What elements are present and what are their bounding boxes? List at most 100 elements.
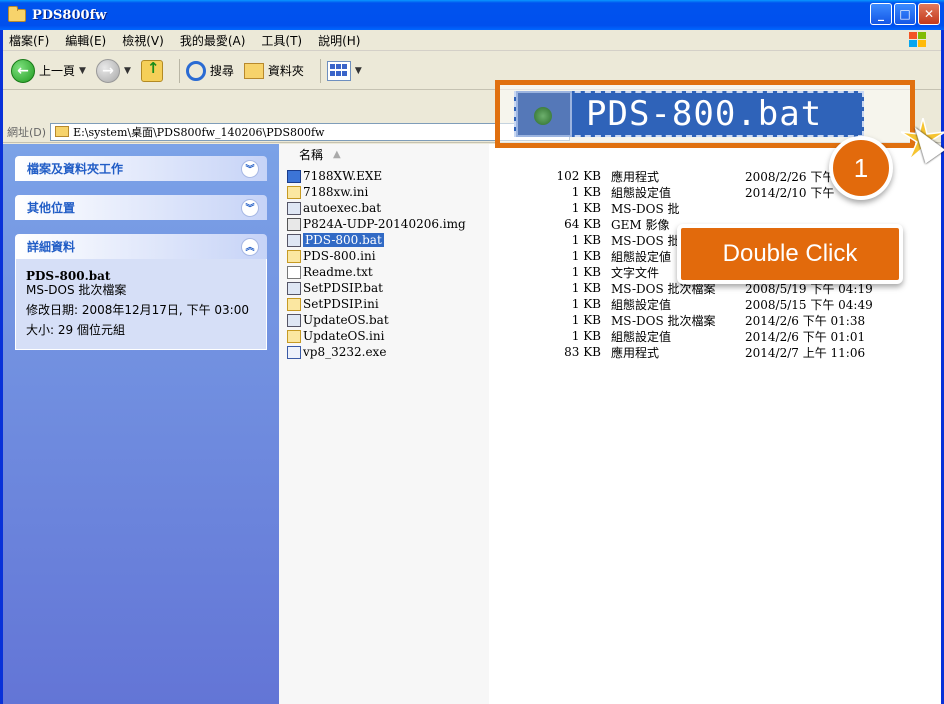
file-name: 7188xw.ini — [303, 185, 369, 199]
file-ini-icon — [287, 297, 301, 311]
file-row[interactable]: UpdateOS.ini 1 KB 組態設定值 2014/2/6 下午 01:01 — [287, 328, 937, 344]
file-date: 2008/5/15 下午 04:49 — [745, 297, 873, 312]
chevron-down-icon[interactable]: ▼ — [79, 66, 86, 76]
folder-icon — [8, 5, 26, 22]
file-folder-tasks-panel: 檔案及資料夾工作 ︾ — [15, 156, 267, 181]
menu-view[interactable]: 檢視(V) — [122, 32, 164, 49]
maximize-button[interactable]: □ — [894, 3, 916, 25]
file-size: 1 KB — [571, 233, 601, 247]
file-row[interactable]: vp8_3232.exe 83 KB 應用程式 2014/2/7 上午 11:06 — [287, 344, 937, 360]
file-type: 組態設定值 — [611, 297, 672, 312]
panel-header[interactable]: 檔案及資料夾工作 ︾ — [15, 156, 267, 181]
file-type: 組態設定値 — [611, 249, 672, 264]
file-exe2-icon — [287, 345, 301, 359]
file-txt-icon — [287, 265, 301, 279]
file-size: 1 KB — [571, 329, 601, 343]
sort-ascending-icon: ▲ — [333, 148, 341, 160]
file-exe-icon — [287, 169, 301, 183]
file-img-icon — [287, 217, 301, 231]
file-size: 1 KB — [571, 313, 601, 327]
panel-header[interactable]: 詳細資料 ︽ — [15, 234, 267, 259]
details-panel: 詳細資料 ︽ PDS-800.bat MS-DOS 批次檔案 修改日期: 200… — [15, 234, 267, 350]
file-bat-icon — [287, 313, 301, 327]
file-name-cell[interactable]: SetPDSIP.bat — [287, 281, 491, 295]
column-header-name[interactable]: 名稱 ▲ — [289, 144, 499, 164]
folders-button[interactable]: 資料夾 — [243, 62, 304, 79]
views-icon — [326, 60, 351, 81]
file-name-cell[interactable]: vp8_3232.exe — [287, 345, 491, 359]
file-name-cell[interactable]: PDS-800.bat — [287, 233, 491, 247]
task-pane: 檔案及資料夾工作 ︾ 其他位置 ︾ 詳細資料 ︽ PDS-800.bat MS-… — [3, 144, 279, 704]
double-click-label: Double Click — [677, 224, 903, 284]
panel-title: 詳細資料 — [27, 240, 76, 254]
file-type: 應用程式 — [611, 345, 660, 360]
file-size: 1 KB — [571, 201, 601, 215]
file-name: PDS-800.ini — [303, 249, 376, 263]
menu-tools[interactable]: 工具(T) — [261, 32, 302, 49]
file-name-cell[interactable]: Readme.txt — [287, 265, 491, 279]
file-type: MS-DOS 批次檔案 — [611, 313, 716, 328]
file-date: 2014/2/7 上午 11:06 — [745, 345, 866, 360]
file-type: 文字文件 — [611, 265, 660, 280]
menu-favorites[interactable]: 我的最愛(A) — [180, 32, 246, 49]
back-label: 上一頁 — [39, 64, 76, 78]
chevron-down-icon[interactable]: ▼ — [355, 66, 362, 76]
file-row[interactable]: UpdateOS.bat 1 KB MS-DOS 批次檔案 2014/2/6 下午 0… — [287, 312, 937, 328]
file-name-cell[interactable]: autoexec.bat — [287, 201, 491, 215]
file-size: 1 KB — [571, 281, 601, 295]
step-number-badge: 1 — [829, 136, 893, 200]
file-name-cell[interactable]: P824A-UDP-20140206.img — [287, 217, 491, 231]
file-name: Readme.txt — [303, 265, 373, 279]
file-bat-icon — [287, 281, 301, 295]
file-date: 2014/2/6 下午 01:38 — [745, 313, 866, 328]
file-type: 組態設定值 — [611, 185, 672, 200]
menu-file[interactable]: 檔案(F) — [9, 32, 49, 49]
panel-header[interactable]: 其他位置 ︾ — [15, 195, 267, 220]
folder-icon — [55, 126, 70, 137]
file-name-cell[interactable]: 7188XW.EXE — [287, 169, 491, 183]
file-name-cell[interactable]: UpdateOS.bat — [287, 313, 491, 327]
file-row[interactable]: SetPDSIP.ini 1 KB 組態設定值 2008/5/15 下午 04:49 — [287, 296, 937, 312]
file-ini-icon — [287, 329, 301, 343]
up-folder-button[interactable] — [140, 59, 163, 82]
menu-help[interactable]: 說明(H) — [318, 32, 360, 49]
address-input[interactable]: E:\system\桌面\PDS800fw_140206\PDS800fw — [50, 122, 571, 141]
forward-arrow-icon: → — [95, 58, 120, 83]
window-title: PDS800fw — [32, 7, 107, 23]
file-size: 1 KB — [571, 265, 601, 279]
file-date: 2008/2/26 下午 — [745, 169, 835, 184]
file-row[interactable]: autoexec.bat 1 KB MS-DOS 批 — [287, 200, 937, 216]
file-type: GEM 影像 — [611, 217, 670, 232]
zoomed-selected-file: PDS-800.bat — [514, 91, 864, 137]
close-button[interactable]: ✕ — [918, 3, 940, 25]
file-name: SetPDSIP.bat — [303, 281, 383, 295]
file-type: MS-DOS 批 — [611, 201, 680, 216]
chevron-down-icon[interactable]: ▼ — [124, 66, 131, 76]
collapse-chevron-icon[interactable]: ︽ — [241, 237, 259, 256]
file-name-cell[interactable]: 7188xw.ini — [287, 185, 491, 199]
file-name: autoexec.bat — [303, 201, 382, 215]
file-name-cell[interactable]: SetPDSIP.ini — [287, 297, 491, 311]
up-folder-icon — [140, 59, 163, 82]
minimize-button[interactable]: _ — [870, 3, 892, 25]
window-controls: _ □ ✕ — [870, 3, 940, 25]
file-size: 1 KB — [571, 185, 601, 199]
title-bar[interactable]: PDS800fw _ □ ✕ — [0, 0, 944, 30]
toolbar-divider — [319, 58, 321, 83]
address-path: E:\system\桌面\PDS800fw_140206\PDS800fw — [73, 125, 325, 139]
expand-chevron-icon[interactable]: ︾ — [241, 198, 259, 217]
details-size: 大小: 29 個位元組 — [26, 323, 125, 337]
expand-chevron-icon[interactable]: ︾ — [241, 159, 259, 178]
file-type: 應用程式 — [611, 169, 660, 184]
views-button[interactable]: ▼ — [326, 60, 362, 81]
back-arrow-icon: ← — [11, 58, 35, 83]
menu-edit[interactable]: 編輯(E) — [65, 32, 106, 49]
back-button[interactable]: ← 上一頁 ▼ — [11, 58, 86, 83]
search-button[interactable]: 搜尋 — [185, 60, 234, 81]
file-type: MS-DOS 批 — [611, 233, 680, 248]
file-ini-icon — [287, 249, 301, 263]
file-name-cell[interactable]: PDS-800.ini — [287, 249, 491, 263]
folders-icon — [243, 62, 264, 79]
file-name-cell[interactable]: UpdateOS.ini — [287, 329, 491, 343]
forward-button[interactable]: → ▼ — [95, 58, 131, 83]
